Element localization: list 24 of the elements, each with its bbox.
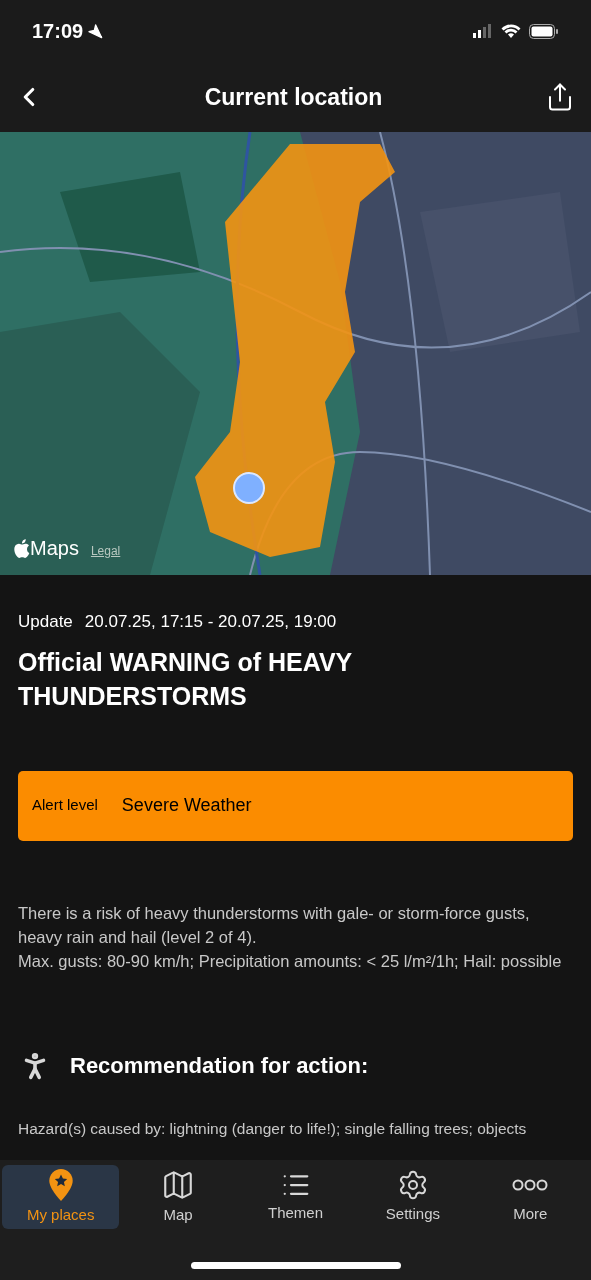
warning-description: There is a risk of heavy thunderstorms with gale- or storm-force gusts, heavy rain and hail (level 2 of 4). Max. gusts: 80-90 km/h; Precipitation amounts: < 25 l/m²/1h; Hail: possible xyxy=(18,902,563,972)
alert-level-label: Alert level xyxy=(32,795,98,816)
battery-icon xyxy=(529,23,559,39)
more-icon xyxy=(512,1178,549,1191)
status-time: 17:09 xyxy=(32,19,84,44)
pin-star-icon xyxy=(46,1167,75,1202)
recommendation-text: Hazard(s) caused by: lightning (danger to life!); single falling trees; objects xyxy=(18,1118,528,1139)
tab-bar-item[interactable]: Themen xyxy=(236,1165,355,1229)
tab-bar-item[interactable]: Settings xyxy=(354,1165,472,1229)
alert-level-value: Severe Weather xyxy=(121,794,252,817)
signal-icon xyxy=(473,24,493,38)
update-label: Update xyxy=(18,611,73,633)
tab-bar-item[interactable]: My places xyxy=(2,1165,120,1229)
warning-headline: Official WARNING of HEAVY THUNDERSTORMS xyxy=(18,646,353,712)
maps-attribution: Maps xyxy=(30,536,79,561)
wifi-icon xyxy=(501,23,521,39)
update-time-range: 20.07.25, 17:15 - 20.07.25, 19:00 xyxy=(84,611,337,633)
apple-logo-icon xyxy=(14,538,30,558)
recommendation-title: Recommendation for action: xyxy=(70,1052,369,1080)
legal-link[interactable]: Legal xyxy=(90,542,121,560)
tab-bar-item[interactable]: Map xyxy=(119,1165,237,1229)
screen-title: Current location xyxy=(204,82,383,112)
tab-bar-item[interactable]: More xyxy=(471,1165,590,1229)
location-arrow-icon xyxy=(87,23,104,39)
